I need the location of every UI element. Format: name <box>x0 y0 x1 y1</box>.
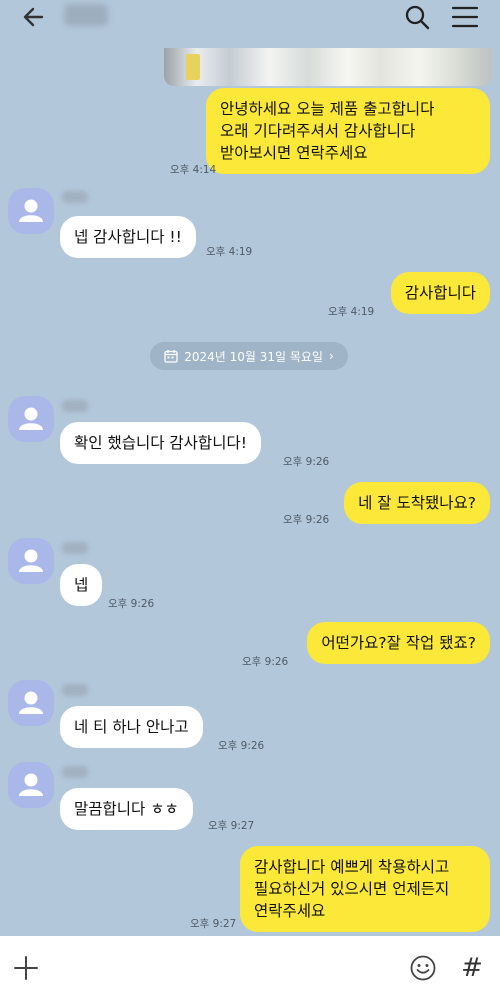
their-message-bubble[interactable]: 확인 했습니다 감사합니다! <box>60 422 261 464</box>
plus-icon[interactable] <box>12 954 40 982</box>
message-time: 오후 9:26 <box>242 656 289 668</box>
my-message-bubble[interactable]: 안녕하세요 오늘 제품 출고합니다 오래 기다려주셔서 감사합니다 받아보시면 … <box>206 88 490 174</box>
product-photo-thumbnail[interactable] <box>164 48 492 86</box>
sender-name: 운영 <box>62 766 88 778</box>
message-time: 오후 9:26 <box>218 740 265 752</box>
chat-header: 운영 <box>0 0 500 34</box>
sender-name: 운영 <box>62 400 88 412</box>
calendar-icon <box>164 350 178 363</box>
photo-label-tag <box>186 54 200 80</box>
my-message-bubble[interactable]: 네 잘 도착됐나요? <box>344 482 490 524</box>
message-time: 오후 4:19 <box>206 246 253 258</box>
message-time: 오후 4:14 <box>170 164 217 176</box>
search-icon[interactable] <box>402 2 432 32</box>
avatar[interactable] <box>8 396 54 442</box>
avatar[interactable] <box>8 188 54 234</box>
my-message-bubble[interactable]: 감사합니다 <box>390 272 490 314</box>
hamburger-menu-icon[interactable] <box>450 2 480 32</box>
chevron-right-icon: › <box>328 349 334 363</box>
emoji-icon[interactable] <box>409 954 437 982</box>
their-message-bubble[interactable]: 네 티 하나 안나고 <box>60 706 203 748</box>
message-time: 오후 9:26 <box>283 456 330 468</box>
their-message-bubble[interactable]: 말끔합니다 ㅎㅎ <box>60 788 193 830</box>
sender-name: 운영 <box>62 542 88 554</box>
date-divider-label: 2024년 10월 31일 목요일 <box>184 349 323 364</box>
their-message-bubble[interactable]: 넵 <box>60 564 103 606</box>
avatar[interactable] <box>8 680 54 726</box>
message-time: 오후 4:19 <box>328 306 375 318</box>
chat-area[interactable]: 안녕하세요 오늘 제품 출고합니다 오래 기다려주셔서 감사합니다 받아보시면 … <box>0 34 500 936</box>
my-message-bubble[interactable]: 어떤가요?잘 작업 됐죠? <box>307 622 490 664</box>
hash-icon[interactable]: # <box>458 950 486 986</box>
message-time: 오후 9:26 <box>283 514 330 526</box>
avatar[interactable] <box>8 762 54 808</box>
their-message-bubble[interactable]: 넵 감사합니다 !! <box>60 216 196 258</box>
back-arrow-icon[interactable] <box>18 2 48 32</box>
my-message-bubble[interactable]: 감사합니다 예쁘게 착용하시고 필요하신거 있으시면 언제든지 연락주세요 <box>240 846 490 932</box>
message-time: 오후 9:27 <box>190 918 237 930</box>
sender-name: 운영 <box>62 191 88 203</box>
chat-title: 운영 <box>64 4 108 26</box>
avatar[interactable] <box>8 538 54 584</box>
date-divider[interactable]: 2024년 10월 31일 목요일 › <box>150 342 348 370</box>
message-time: 오후 9:26 <box>108 598 155 610</box>
message-composer: # <box>0 936 500 1000</box>
sender-name: 운영 <box>62 684 88 696</box>
message-input[interactable] <box>52 950 392 986</box>
message-time: 오후 9:27 <box>208 820 255 832</box>
